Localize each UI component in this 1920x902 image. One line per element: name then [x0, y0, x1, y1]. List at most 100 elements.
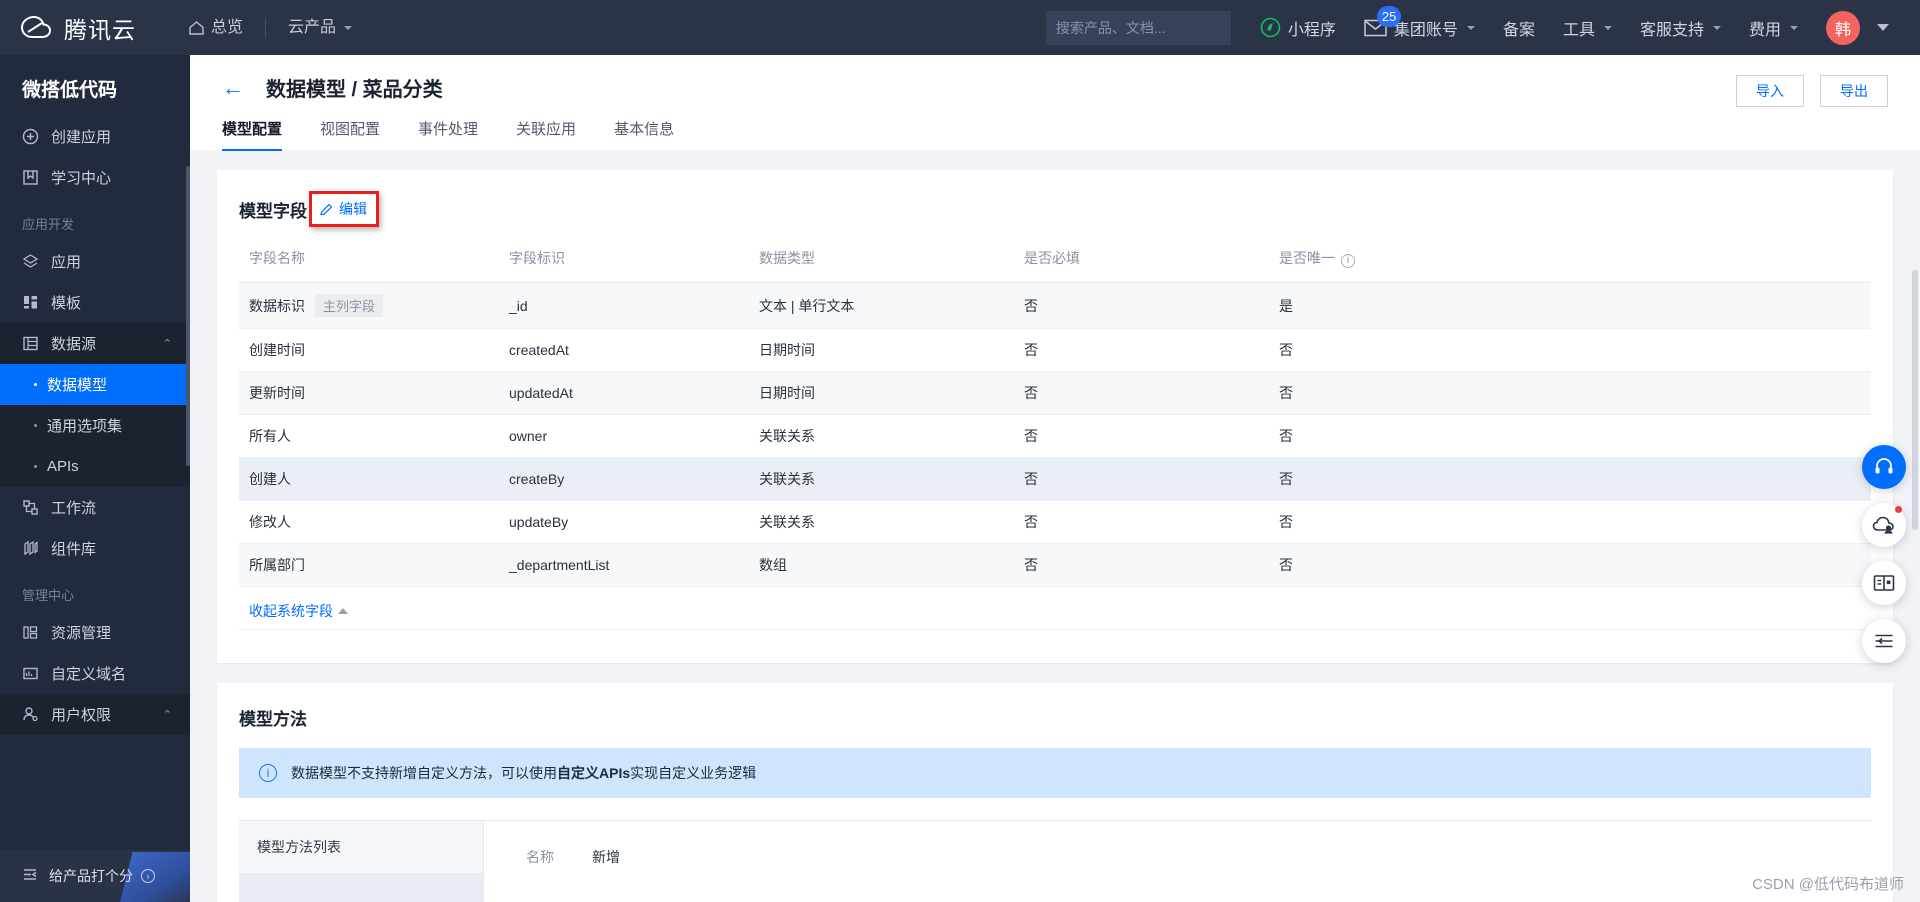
chevron-down-icon — [1877, 24, 1889, 31]
table-row[interactable]: 创建时间 createdAt 日期时间 否 否 — [239, 328, 1871, 372]
table-row[interactable]: 更新时间 updatedAt 日期时间 否 否 — [239, 371, 1871, 415]
table-row[interactable]: 所有人 owner 关联关系 否 否 — [239, 414, 1871, 458]
sidebar-item-datasource[interactable]: 数据源 ⌃ — [0, 323, 190, 364]
book-icon — [22, 169, 39, 186]
sidebar-group-admin: 管理中心 — [22, 588, 75, 603]
table-row[interactable]: 创建人 createBy 关联关系 否 否 — [239, 457, 1871, 501]
collapse-icon[interactable] — [22, 866, 39, 886]
sidebar-item-resource-management[interactable]: 资源管理 — [0, 612, 190, 653]
bullet-icon — [34, 383, 37, 386]
cell-data-type: 关联关系 — [749, 414, 1014, 458]
sidebar-item-data-model[interactable]: 数据模型 — [0, 364, 190, 405]
cell-required: 否 — [1014, 282, 1269, 329]
info-icon[interactable]: i — [1341, 253, 1355, 268]
method-detail-pane: 名称 新增 — [484, 821, 1871, 902]
top-action-miniprogram-label: 小程序 — [1287, 21, 1336, 39]
cell-field-name: 修改人 — [239, 500, 499, 544]
cell-data-type: 日期时间 — [749, 328, 1014, 372]
global-search[interactable] — [1045, 10, 1237, 45]
user-menu[interactable]: 韩 — [1813, 0, 1902, 55]
top-action-support-label: 客服支持 — [1639, 21, 1704, 39]
model-methods-panel: 模型方法列表 名称 新增 — [239, 820, 1871, 902]
cell-field-key: createdAt — [499, 328, 749, 372]
table-row[interactable]: 修改人 updateBy 关联关系 否 否 — [239, 500, 1871, 544]
cell-field-key: _departmentList — [499, 543, 749, 587]
page-header-row: ← 数据模型 / 菜品分类 — [222, 73, 1888, 102]
method-name-label: 名称 — [526, 849, 554, 865]
cell-unique: 否 — [1269, 543, 1871, 587]
field-name-text: 数据标识 — [249, 298, 305, 314]
table-row[interactable]: 数据标识 主列字段 _id 文本 | 单行文本 否 是 — [239, 282, 1871, 329]
model-fields-table: 字段名称 字段标识 数据类型 是否必填 是否唯一 i 数据标识 主列字段 _id… — [239, 240, 1871, 587]
sidebar-footer-rate-product[interactable]: 给产品打个分 › — [0, 850, 190, 902]
cloud-user-icon — [1872, 516, 1894, 534]
sidebar-item-resource-management-label: 资源管理 — [51, 625, 112, 642]
cell-required: 否 — [1014, 414, 1269, 458]
customer-service-button[interactable] — [1862, 445, 1906, 489]
top-action-miniprogram[interactable]: 小程序 — [1247, 0, 1349, 55]
nav-item-products[interactable]: 云产品 — [276, 0, 364, 55]
nav-item-overview[interactable]: 总览 — [176, 0, 255, 55]
info-icon: i — [259, 764, 277, 782]
sidebar-item-templates-label: 模板 — [51, 295, 82, 312]
tab-view-config[interactable]: 视图配置 — [320, 118, 380, 150]
top-action-billing[interactable]: 费用 — [1736, 0, 1811, 55]
grid-icon — [22, 294, 39, 311]
model-fields-card: 模型字段 编辑 字段名称 字段标识 数据类型 是否必填 是否唯一 i 数据标识 … — [217, 170, 1893, 663]
top-navigation-bar: 腾讯云 总览 云产品 搜索产品、文档... 小程序 25 集团账号 备案 工具 … — [0, 0, 1920, 55]
sidebar-item-templates[interactable]: 模板 — [0, 282, 190, 323]
cell-required: 否 — [1014, 543, 1269, 587]
sidebar-item-apis[interactable]: APIs — [0, 446, 190, 487]
top-action-beian[interactable]: 备案 — [1490, 0, 1548, 55]
col-header-unique: 是否唯一 i — [1269, 240, 1871, 283]
top-action-tools[interactable]: 工具 — [1550, 0, 1625, 55]
cell-unique: 否 — [1269, 371, 1871, 415]
collapse-system-fields-button[interactable]: 收起系统字段 — [249, 601, 348, 621]
edit-fields-button[interactable]: 编辑 — [309, 191, 379, 227]
col-header-field-name: 字段名称 — [239, 240, 499, 283]
sidebar-item-create-app-label: 创建应用 — [51, 129, 112, 146]
method-list-pane: 模型方法列表 — [239, 821, 484, 902]
tab-model-config[interactable]: 模型配置 — [222, 118, 283, 151]
sidebar-item-learning-center-label: 学习中心 — [51, 170, 112, 187]
brand-logo[interactable]: 腾讯云 — [18, 11, 136, 45]
sidebar-item-apps[interactable]: 应用 — [0, 241, 190, 282]
components-icon — [22, 540, 39, 557]
sidebar-item-component-library[interactable]: 组件库 — [0, 528, 190, 569]
model-fields-thead: 字段名称 字段标识 数据类型 是否必填 是否唯一 i — [239, 240, 1871, 283]
domain-icon — [22, 665, 39, 682]
tab-related-apps[interactable]: 关联应用 — [516, 118, 576, 150]
export-button[interactable]: 导出 — [1820, 75, 1888, 107]
user-icon — [22, 706, 39, 723]
top-action-group-account[interactable]: 25 集团账号 — [1351, 0, 1488, 55]
cloud-assistant-button[interactable] — [1862, 503, 1906, 547]
documentation-button[interactable] — [1862, 561, 1906, 605]
model-methods-card: 模型方法 i 数据模型不支持新增自定义方法，可以使用自定义APIs实现自定义业务… — [217, 683, 1893, 902]
top-action-support[interactable]: 客服支持 — [1627, 0, 1734, 55]
model-fields-tbody: 数据标识 主列字段 _id 文本 | 单行文本 否 是 创建时间 createdA… — [239, 282, 1871, 587]
sidebar-scrollbar[interactable] — [186, 166, 190, 466]
sidebar-item-workflow[interactable]: 工作流 — [0, 487, 190, 528]
nav-divider — [265, 18, 267, 37]
plus-circle-icon — [22, 128, 39, 145]
sidebar-item-custom-domain[interactable]: 自定义域名 — [0, 653, 190, 694]
edit-fields-label: 编辑 — [339, 201, 367, 217]
back-arrow-icon[interactable]: ← — [222, 76, 244, 99]
card-divider — [239, 629, 1871, 647]
search-input[interactable] — [1055, 19, 1237, 36]
sidebar-item-user-permissions[interactable]: 用户权限 ⌃ — [0, 694, 190, 735]
method-list-item-selected[interactable] — [239, 873, 483, 902]
feedback-list-button[interactable] — [1862, 619, 1906, 663]
table-row[interactable]: 所属部门 _departmentList 数组 否 否 — [239, 543, 1871, 587]
tab-event-handling[interactable]: 事件处理 — [418, 118, 478, 150]
floating-action-rail — [1862, 445, 1906, 663]
tab-basic-info[interactable]: 基本信息 — [614, 118, 674, 150]
sidebar-item-create-app[interactable]: 创建应用 — [0, 116, 190, 157]
sidebar-item-learning-center[interactable]: 学习中心 — [0, 157, 190, 198]
mini-program-icon — [1260, 17, 1281, 38]
methods-info-alert: i 数据模型不支持新增自定义方法，可以使用自定义APIs实现自定义业务逻辑 — [239, 748, 1871, 798]
notification-badge: 25 — [1376, 6, 1402, 27]
sidebar-item-option-sets[interactable]: 通用选项集 — [0, 405, 190, 446]
main-scrollbar[interactable] — [1912, 270, 1918, 530]
import-button[interactable]: 导入 — [1736, 75, 1804, 107]
